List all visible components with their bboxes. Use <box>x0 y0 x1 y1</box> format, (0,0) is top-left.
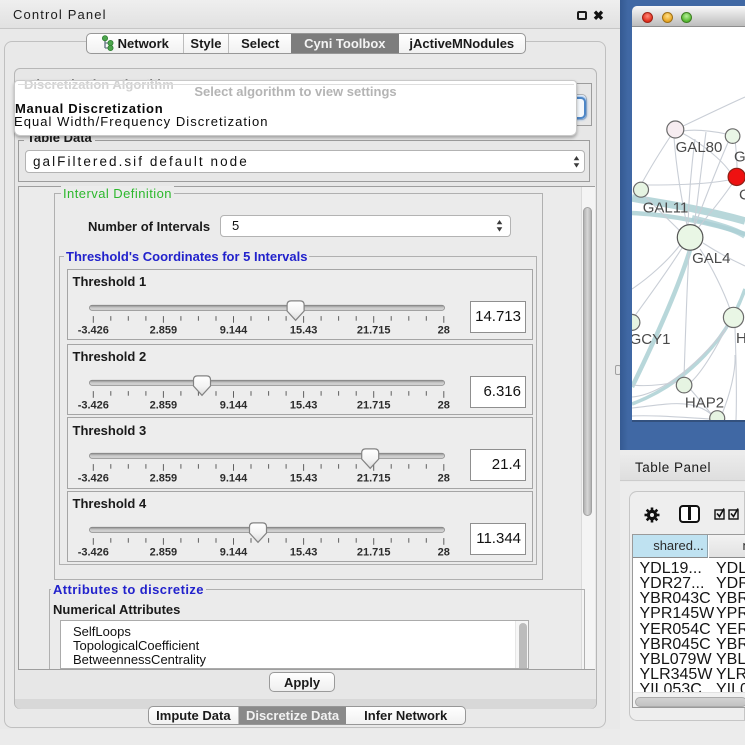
svg-text:15.43: 15.43 <box>289 546 317 558</box>
svg-text:GAL4: GAL4 <box>692 250 730 267</box>
svg-text:21.715: 21.715 <box>356 399 390 411</box>
svg-text:2.859: 2.859 <box>149 546 177 558</box>
svg-text:2.859: 2.859 <box>149 324 177 336</box>
svg-text:9.144: 9.144 <box>219 324 247 336</box>
svg-text:9.144: 9.144 <box>219 473 247 485</box>
svg-text:21.715: 21.715 <box>356 473 390 485</box>
svg-text:28: 28 <box>437 324 449 336</box>
svg-text:15.43: 15.43 <box>289 324 317 336</box>
svg-text:-3.426: -3.426 <box>77 324 108 336</box>
svg-text:-3.426: -3.426 <box>77 473 108 485</box>
svg-text:GCY1: GCY1 <box>632 331 670 348</box>
svg-text:21.715: 21.715 <box>356 324 390 336</box>
svg-text:28: 28 <box>437 399 449 411</box>
svg-text:-3.426: -3.426 <box>77 399 108 411</box>
svg-text:15.43: 15.43 <box>289 473 317 485</box>
svg-text:CYB: CYB <box>739 187 745 204</box>
svg-text:GAL11: GAL11 <box>643 200 689 217</box>
svg-text:28: 28 <box>437 473 449 485</box>
svg-text:HIS: HIS <box>736 330 745 347</box>
svg-text:2.859: 2.859 <box>149 473 177 485</box>
svg-text:15.43: 15.43 <box>289 399 317 411</box>
svg-text:GAL80: GAL80 <box>676 139 723 156</box>
svg-text:9.144: 9.144 <box>219 546 247 558</box>
svg-text:GAL2: GAL2 <box>734 149 745 166</box>
svg-text:9.144: 9.144 <box>219 399 247 411</box>
svg-text:2.859: 2.859 <box>149 399 177 411</box>
svg-text:21.715: 21.715 <box>356 546 390 558</box>
svg-text:28: 28 <box>437 546 449 558</box>
svg-text:-3.426: -3.426 <box>77 546 108 558</box>
svg-text:HAP2: HAP2 <box>685 395 724 412</box>
